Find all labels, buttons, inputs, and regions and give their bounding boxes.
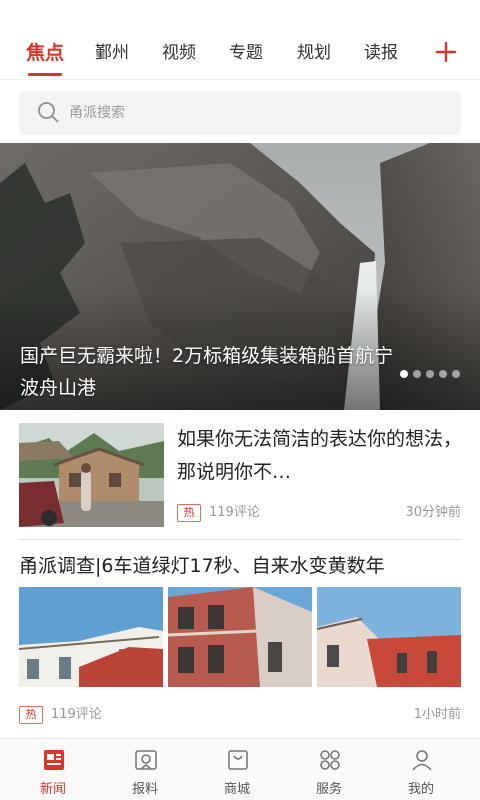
carousel-dot[interactable] xyxy=(452,370,460,378)
nav-label: 商城 xyxy=(223,782,250,797)
tab-topics[interactable]: 专题 xyxy=(229,40,263,66)
tab-video[interactable]: 视频 xyxy=(162,40,196,66)
news-thumbnail xyxy=(19,423,164,527)
nav-news[interactable]: 新闻 xyxy=(5,739,101,800)
news-image xyxy=(317,587,461,687)
news-item[interactable]: 甬派调查|6车道绿灯17秒、自来水变黄数年 热 119评论 1小时前 xyxy=(0,548,480,728)
comment-count: 119评论 xyxy=(51,707,102,722)
nav-service[interactable]: 服务 xyxy=(281,739,377,800)
tab-newspaper[interactable]: 读报 xyxy=(364,40,398,66)
nav-report[interactable]: 报料 xyxy=(97,739,193,800)
nav-label: 报料 xyxy=(131,782,158,797)
comment-count: 119评论 xyxy=(209,505,260,520)
news-item[interactable]: 如果你无法简洁的表达你的想法，那说明你不… 热 119评论 30分钟前 xyxy=(0,420,480,536)
banner-title: 国产巨无霸来啦！2万标箱级集装箱船首航宁波舟山港 xyxy=(20,345,394,399)
bottom-navigation: 新闻 报料 商城 服务 我的 xyxy=(0,738,480,800)
shop-icon xyxy=(225,747,251,773)
status-bar xyxy=(0,0,480,28)
report-icon xyxy=(133,747,159,773)
channel-tabs: 焦点 鄞州 视频 专题 规划 读报 xyxy=(0,28,480,80)
carousel-dot[interactable] xyxy=(439,370,447,378)
nav-label: 新闻 xyxy=(39,782,66,797)
carousel-dot[interactable] xyxy=(426,370,434,378)
tab-planning[interactable]: 规划 xyxy=(297,40,331,66)
search-bar[interactable] xyxy=(19,91,461,135)
publish-time: 30分钟前 xyxy=(405,505,461,520)
news-title: 甬派调查|6车道绿灯17秒、自来水变黄数年 xyxy=(19,555,385,577)
nav-label: 服务 xyxy=(315,782,342,797)
search-input[interactable] xyxy=(69,91,449,135)
service-icon xyxy=(317,747,343,773)
publish-time: 1小时前 xyxy=(413,707,461,722)
carousel-indicator xyxy=(400,370,460,378)
carousel-dot[interactable] xyxy=(400,370,408,378)
hot-badge: 热 xyxy=(177,504,201,522)
tab-focus[interactable]: 焦点 xyxy=(26,40,64,76)
nav-label: 我的 xyxy=(407,782,434,797)
nav-shop[interactable]: 商城 xyxy=(189,739,285,800)
tab-yinzhou[interactable]: 鄞州 xyxy=(95,40,129,66)
plus-icon[interactable] xyxy=(432,36,460,68)
hot-badge: 热 xyxy=(19,706,43,724)
news-icon xyxy=(41,747,67,773)
profile-icon xyxy=(409,747,435,773)
news-image xyxy=(19,587,163,687)
divider xyxy=(19,539,461,540)
news-image xyxy=(168,587,312,687)
headline-banner[interactable]: 国产巨无霸来啦！2万标箱级集装箱船首航宁波舟山港 xyxy=(0,143,480,410)
news-title: 如果你无法简洁的表达你的想法，那说明你不… xyxy=(177,428,463,483)
nav-profile[interactable]: 我的 xyxy=(373,739,469,800)
search-icon xyxy=(37,101,59,123)
carousel-dot[interactable] xyxy=(413,370,421,378)
